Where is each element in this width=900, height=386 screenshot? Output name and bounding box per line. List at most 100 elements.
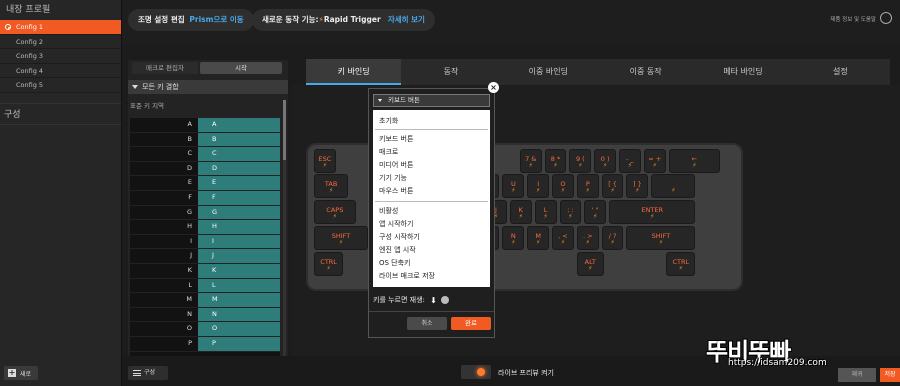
key-binding[interactable]: H — [198, 220, 280, 234]
binding-option[interactable]: 미디어 버튼 — [379, 160, 413, 170]
keyboard-key[interactable]: U ⚡ — [502, 174, 525, 198]
keyboard-key[interactable]: . > ⚡ — [576, 226, 599, 250]
keyboard-key[interactable]: M ⚡ — [527, 226, 550, 250]
keyboard-key[interactable]: 7 & ⚡ — [519, 149, 542, 173]
toggle-icon[interactable] — [441, 296, 450, 304]
keyboard-key[interactable]: ⚡ — [651, 174, 696, 198]
key-row[interactable]: NN — [130, 307, 280, 323]
key-row[interactable]: DD — [130, 161, 280, 177]
key-row[interactable]: JJ — [130, 249, 280, 264]
tab-1[interactable]: 동작 — [403, 59, 498, 85]
binding-option[interactable]: 기기 기능 — [379, 173, 407, 183]
keyboard-key[interactable]: [ {⚡ — [601, 174, 624, 198]
binding-type-dropdown[interactable]: 키보드 버튼 — [373, 94, 490, 107]
keyboard-key[interactable]: 8 * ⚡ — [544, 149, 567, 173]
live-preview-toggle[interactable] — [461, 365, 491, 379]
keyboard-key[interactable]: I ⚡ — [527, 174, 550, 198]
keyboard-key[interactable]: ESC ⚡ — [314, 149, 336, 173]
key-row[interactable]: OO — [130, 322, 280, 337]
keyboard-key[interactable]: , < ⚡ — [552, 226, 574, 250]
keyboard-key[interactable]: ENTER ⚡ — [609, 200, 696, 224]
key-row[interactable]: MM — [130, 293, 280, 308]
keyboard-key[interactable]: 0 ) ⚡ — [594, 149, 617, 173]
config-item-3[interactable]: Config 3 — [0, 49, 121, 64]
tab-start[interactable]: 시작 — [200, 62, 282, 74]
binding-option[interactable]: 매크로 — [379, 147, 398, 157]
keyboard-key[interactable]: CAPS ⚡ — [314, 200, 356, 224]
lighting-pill[interactable]: 조명 설정 편집 Prism으로 이동 — [128, 9, 254, 31]
binding-option[interactable]: 초기화 — [379, 116, 398, 126]
tab-0[interactable]: 키 바인딩 — [306, 59, 402, 85]
key-row[interactable]: II — [130, 234, 280, 250]
feature-pill[interactable]: 새로운 동작 기능:⚡Rapid Trigger 자세히 보기 — [252, 9, 435, 31]
keyboard-key[interactable]: P ⚡ — [576, 174, 599, 198]
config-item-5[interactable]: Config 5 — [0, 78, 121, 93]
key-binding[interactable]: E — [198, 176, 280, 190]
key-row[interactable]: AA — [130, 118, 280, 133]
key-row[interactable]: HH — [130, 220, 280, 235]
binding-option[interactable]: 구성 시작하기 — [379, 232, 420, 242]
binding-option[interactable]: 앱 시작하기 — [379, 219, 413, 229]
key-binding[interactable]: L — [198, 278, 280, 293]
key-binding[interactable]: D — [198, 161, 280, 176]
key-row[interactable]: LL — [130, 278, 280, 294]
key-binding[interactable]: K — [198, 263, 280, 278]
close-icon[interactable]: × — [488, 82, 499, 93]
keyboard-key[interactable]: L ⚡ — [534, 200, 557, 224]
key-binding[interactable]: C — [198, 147, 280, 161]
binding-option[interactable]: 라이브 매크로 저장 — [379, 271, 435, 281]
binding-option[interactable]: OS 단축키 — [379, 258, 411, 268]
revert-button[interactable]: 재귀 — [838, 368, 876, 382]
prism-link[interactable]: Prism으로 이동 — [189, 15, 243, 24]
key-binding[interactable]: M — [198, 293, 280, 307]
keyboard-key[interactable]: N ⚡ — [502, 226, 525, 250]
save-button[interactable]: 저장 — [880, 368, 900, 382]
key-row[interactable]: BB — [130, 132, 280, 148]
keyboard-key[interactable]: = + ⚡ — [643, 149, 666, 173]
binding-option[interactable]: 마우스 버튼 — [379, 186, 413, 196]
key-row[interactable]: FF — [130, 190, 280, 206]
key-binding[interactable]: I — [198, 234, 280, 249]
learn-more-link[interactable]: 자세히 보기 — [388, 15, 425, 24]
tab-4[interactable]: 메타 바인딩 — [695, 59, 790, 85]
tab-2[interactable]: 이중 바인딩 — [501, 59, 596, 85]
config-item-4[interactable]: Config 4 — [0, 64, 121, 78]
key-binding[interactable]: P — [198, 336, 280, 351]
key-binding[interactable]: A — [198, 118, 280, 132]
scrollbar[interactable] — [283, 100, 286, 356]
keyboard-key[interactable]: O ⚡ — [552, 174, 574, 198]
key-binding[interactable]: J — [198, 249, 280, 263]
key-group-header[interactable]: 모든 키 결합 — [128, 80, 288, 94]
key-row[interactable]: PP — [130, 336, 280, 352]
keyboard-key[interactable]: K ⚡ — [509, 200, 532, 224]
key-row[interactable]: EE — [130, 176, 280, 191]
keyboard-key[interactable]: / ? ⚡ — [601, 226, 624, 250]
key-row[interactable]: GG — [130, 205, 280, 221]
tab-3[interactable]: 이중 동작 — [598, 59, 693, 85]
config-item-2[interactable]: Config 2 — [0, 35, 121, 49]
keyboard-key[interactable]: ALT ⚡ — [576, 252, 604, 276]
help-icon[interactable] — [880, 12, 892, 24]
key-binding[interactable]: G — [198, 205, 280, 220]
config-item-1[interactable]: Config 1 — [0, 20, 121, 35]
done-button[interactable]: 완료 — [451, 317, 491, 330]
key-binding[interactable]: B — [198, 132, 280, 147]
key-binding[interactable]: F — [198, 190, 280, 205]
keyboard-key[interactable]: SHIFT ⚡ — [314, 226, 369, 250]
key-row[interactable]: KK — [130, 263, 280, 279]
binding-option[interactable]: 키보드 버튼 — [379, 134, 413, 144]
keyboard-key[interactable]: TAB ⚡ — [314, 174, 349, 198]
keyboard-key[interactable]: ] } ⚡ — [626, 174, 649, 198]
key-binding[interactable]: N — [198, 307, 280, 322]
help-link[interactable]: 제품 정보 및 도움말 — [830, 15, 876, 23]
keyboard-key[interactable]: ' " ⚡ — [584, 200, 607, 224]
key-binding[interactable]: O — [198, 322, 280, 336]
config-button[interactable]: 구성 — [128, 366, 168, 380]
arrow-down-icon[interactable]: ⬇ — [430, 296, 437, 305]
keyboard-key[interactable]: - _ ⚡ — [619, 149, 641, 173]
new-button[interactable]: + 새로 — [4, 366, 38, 380]
binding-option[interactable]: 엔진 앱 시작 — [379, 245, 416, 255]
key-row[interactable]: CC — [130, 147, 280, 162]
keyboard-key[interactable]: CTRL ⚡ — [314, 252, 344, 276]
cancel-button[interactable]: 취소 — [407, 317, 447, 330]
